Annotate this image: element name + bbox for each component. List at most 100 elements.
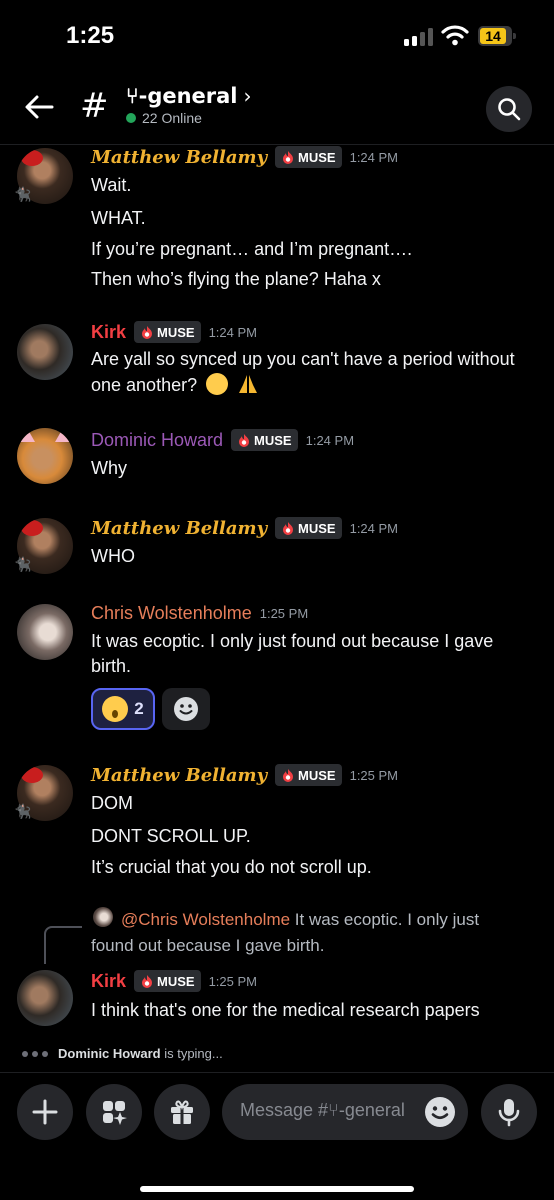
emoji-picker-icon[interactable] [424,1096,456,1128]
cat-decoration-icon: 🐈‍⬛ [14,803,32,819]
sparkles-icon [103,1101,127,1125]
channel-title[interactable]: ⑂-general › [126,84,252,108]
flame-icon [239,434,250,447]
message-text: Why [91,458,127,478]
message-text: Are yall so synced up you can't have a p… [91,349,515,369]
message-text: It was ecoptic. I only just found out be… [91,631,494,651]
battery-level: 14 [485,28,501,44]
cat-decoration-icon: 🐈‍⬛ [14,186,32,202]
message-header: Kirk MUSE 1:24 PM [91,321,257,343]
cat-decoration-icon: 🐈‍⬛ [14,556,32,572]
username[interactable]: Matthew Bellamy [91,518,267,539]
message-header: Matthew Bellamy MUSE 1:25 PM [91,764,398,786]
username[interactable]: Dominic Howard [91,430,223,451]
message-input-placeholder: Message #⑂-general [240,1100,405,1120]
message-header: Kirk MUSE 1:25 PM [91,970,257,992]
typing-indicator: Dominic Howard is typing... [22,1046,223,1061]
gift-button[interactable] [154,1084,210,1140]
online-count: 22 Online [142,110,202,126]
typing-suffix: is typing... [164,1046,223,1061]
message-input[interactable]: Message #⑂-general [222,1084,468,1140]
timestamp: 1:24 PM [208,324,257,340]
hash-icon: # [80,86,109,126]
wifi-icon [441,24,469,51]
username[interactable]: Chris Wolstenholme [91,603,252,624]
flame-icon [283,151,294,164]
role-tag: MUSE [275,764,342,786]
flame-icon [142,326,153,339]
avatar[interactable] [17,324,73,380]
search-button[interactable] [486,86,532,132]
online-dot-icon [126,113,136,123]
loudly-crying-face-icon [206,373,229,395]
voice-message-button[interactable] [481,1084,537,1140]
chevron-right-icon: › [243,84,252,108]
message-text: WHAT. [91,208,146,228]
home-indicator [140,1186,414,1192]
message-text: If you’re pregnant… and I’m pregnant…. [91,239,413,259]
battery-icon: 14 [478,26,516,46]
status-time: 1:25 [66,22,115,49]
timestamp: 1:25 PM [208,973,257,989]
timestamp: 1:25 PM [259,606,309,621]
plus-icon [32,1099,58,1125]
message-text: It’s crucial that you do not scroll up. [91,857,372,877]
channel-name: ⑂-general [126,84,238,108]
message-text: DONT SCROLL UP. [91,826,251,846]
flame-icon [283,522,294,535]
role-tag: MUSE [275,146,342,168]
microphone-icon [498,1099,520,1127]
message-text: WHO [91,546,135,566]
typing-dots-icon [22,1050,48,1057]
timestamp: 1:24 PM [349,520,399,536]
channel-header: # ⑂-general › 22 Online [0,72,554,142]
smile-icon [174,697,198,721]
reaction-button[interactable]: 2 [91,688,155,730]
avatar[interactable] [17,604,73,660]
flame-icon [142,975,153,988]
apps-button[interactable] [86,1084,142,1140]
role-tag: MUSE [134,321,201,343]
reaction-count: 2 [134,699,144,718]
message-text: Then who’s flying the plane? Haha x [91,269,381,289]
message-text: I think that's one for the medical resea… [91,1000,480,1020]
folded-hands-icon [237,373,259,395]
username[interactable]: Matthew Bellamy [91,147,267,168]
avatar[interactable] [17,428,73,484]
timestamp: 1:24 PM [349,149,399,165]
username[interactable]: Matthew Bellamy [91,765,267,786]
message-header: Chris Wolstenholme 1:25 PM [91,603,308,624]
message-header: Dominic Howard MUSE 1:24 PM [91,429,354,451]
message-text: Wait. [91,175,132,195]
reply-avatar [93,907,113,927]
composer-divider [0,1072,554,1073]
message-text: DOM [91,793,133,813]
astonished-face-icon [102,696,129,722]
typing-user: Dominic Howard [58,1046,161,1061]
status-bar: 1:25 14 [0,0,554,72]
header-divider [0,144,554,145]
username[interactable]: Kirk [91,322,126,343]
add-reaction-button[interactable] [162,688,210,730]
search-icon [498,98,521,121]
message-text: one another? [91,372,259,398]
online-status: 22 Online [126,110,202,126]
role-tag: MUSE [134,970,201,992]
reply-preview-text: found out because I gave birth. [91,936,325,955]
avatar[interactable] [17,970,73,1026]
flame-icon [283,769,294,782]
add-attachment-button[interactable] [17,1084,73,1140]
message-header: Matthew Bellamy MUSE 1:24 PM [91,517,398,539]
role-tag: MUSE [275,517,342,539]
back-arrow-icon[interactable] [22,92,56,122]
gift-icon [171,1100,193,1124]
reply-preview[interactable]: @Chris Wolstenholme It was ecoptic. I on… [121,907,479,933]
cell-signal-icon [404,28,434,46]
reply-connector [44,926,82,964]
timestamp: 1:25 PM [349,767,399,783]
message-header: Matthew Bellamy MUSE 1:24 PM [91,146,398,168]
message-text: birth. [91,656,132,676]
timestamp: 1:24 PM [305,432,355,448]
role-tag: MUSE [231,429,298,451]
username[interactable]: Kirk [91,971,126,992]
